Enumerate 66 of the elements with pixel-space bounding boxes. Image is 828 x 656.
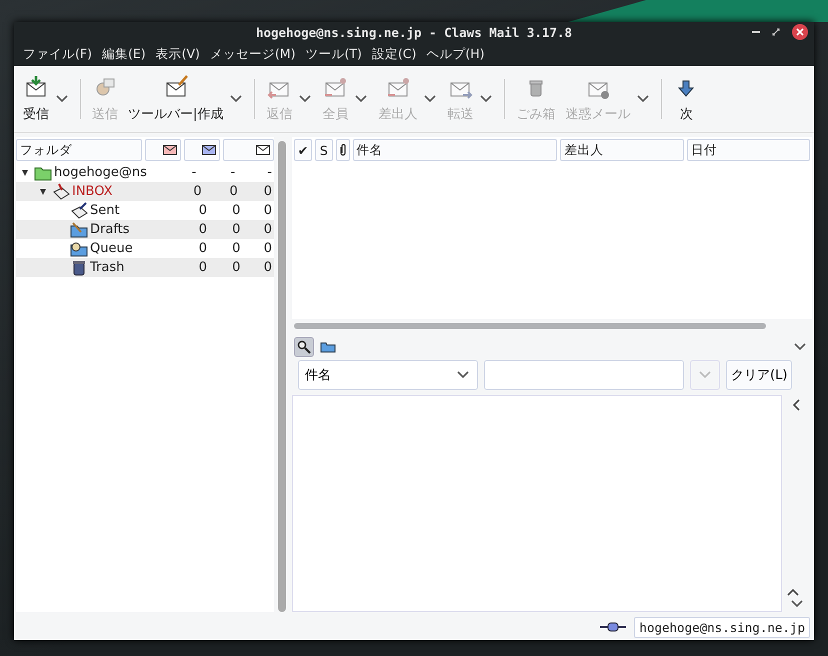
menu-item[interactable]: ツール(T) xyxy=(300,46,367,62)
folder-count: 0 xyxy=(192,184,202,199)
toolbar-button[interactable]: 受信 xyxy=(20,73,52,125)
folder-count: - xyxy=(190,165,196,180)
search-field-dropdown[interactable]: 件名 xyxy=(298,360,478,390)
chevron-left-icon[interactable] xyxy=(793,399,801,411)
window-title: hogehoge@ns.sing.ne.jp - Claws Mail 3.17.8 xyxy=(256,24,572,40)
folder-name[interactable]: Sent xyxy=(90,203,120,218)
folder-count: 0 xyxy=(231,260,240,275)
folder-count: 0 xyxy=(198,222,208,237)
menu-item[interactable]: メッセージ(M) xyxy=(204,46,300,62)
folder-count: 0 xyxy=(262,241,273,256)
clear-button[interactable]: クリア(L) xyxy=(726,360,792,390)
folder-count: 0 xyxy=(262,184,273,199)
column-header[interactable]: 差出人 xyxy=(560,139,684,161)
chevron-down-icon xyxy=(791,600,803,608)
chevron-up-icon[interactable] xyxy=(787,588,799,596)
folder-count: - xyxy=(229,165,236,180)
scrollbar[interactable] xyxy=(294,323,766,329)
menu-item[interactable]: ファイル(F) xyxy=(18,46,97,62)
folder-name[interactable]: Trash xyxy=(90,260,124,275)
toolbar-button[interactable]: 次 xyxy=(670,73,702,125)
menu-item[interactable]: ヘルプ(H) xyxy=(421,46,490,62)
restore-icon[interactable] xyxy=(772,28,780,36)
account-label: hogehoge@ns.sing.ne.jp xyxy=(634,616,810,638)
scrollbar[interactable] xyxy=(278,141,286,612)
paperclip-icon xyxy=(340,144,346,156)
expander-icon[interactable] xyxy=(40,188,46,194)
menu-item[interactable]: 編集(E) xyxy=(96,46,151,62)
folder-name[interactable]: Queue xyxy=(90,241,133,256)
folder-name[interactable]: Drafts xyxy=(90,222,130,237)
folder-count: 0 xyxy=(231,203,240,218)
chevron-icon xyxy=(794,343,806,351)
search-toggle[interactable] xyxy=(294,337,314,357)
column-header[interactable]: フォルダ xyxy=(16,139,142,161)
menu-item[interactable]: 設定(C) xyxy=(366,46,422,62)
folder-count: 0 xyxy=(231,222,240,237)
folder-name[interactable]: hogehoge@ns xyxy=(54,165,147,180)
column-header[interactable]: S xyxy=(314,139,333,161)
magnifier-icon xyxy=(297,340,311,354)
folder-count: 0 xyxy=(228,184,238,199)
folder-name[interactable]: INBOX xyxy=(72,184,113,199)
toolbar-button[interactable]: ツールバー|作成 xyxy=(125,73,226,125)
folder-count: 0 xyxy=(198,203,208,218)
caret-icon xyxy=(457,371,469,379)
close-icon[interactable] xyxy=(792,24,808,40)
folder-count: - xyxy=(266,165,273,180)
caret-icon xyxy=(699,371,711,379)
search-input[interactable] xyxy=(484,360,684,390)
folder-icon xyxy=(70,221,88,238)
column-header[interactable]: ✔ xyxy=(294,139,312,161)
folder-count: 0 xyxy=(262,260,273,275)
expander-icon[interactable] xyxy=(22,170,28,176)
trash-can-icon xyxy=(70,259,88,276)
folder-icon xyxy=(70,240,88,257)
plug-icon xyxy=(600,621,626,633)
column-header[interactable] xyxy=(336,139,350,161)
folder-count: 0 xyxy=(198,241,208,256)
folder-count: 0 xyxy=(198,260,208,275)
menu-item[interactable]: 表示(V) xyxy=(150,46,205,62)
folder-count: 0 xyxy=(262,222,273,237)
column-header[interactable]: 日付 xyxy=(686,139,810,161)
folder-count: 0 xyxy=(262,203,273,218)
folder-count: 0 xyxy=(231,241,240,256)
column-header[interactable]: 件名 xyxy=(352,139,558,161)
folder-icon[interactable] xyxy=(320,341,336,353)
